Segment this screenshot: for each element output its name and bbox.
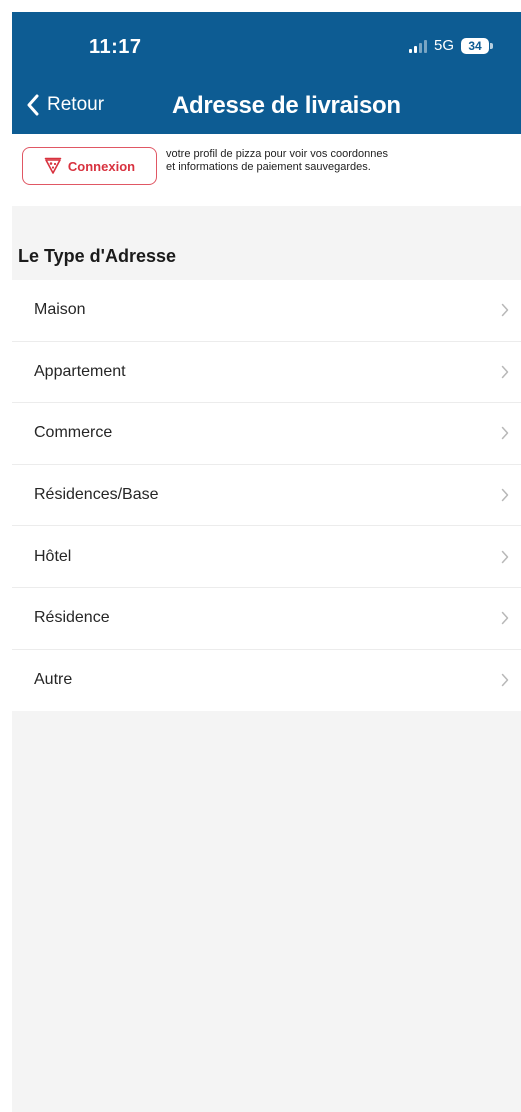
address-type-residences-base[interactable]: Résidences/Base <box>12 465 521 527</box>
battery-icon: 34 <box>461 37 493 54</box>
login-banner-text: votre profil de pizza pour voir vos coor… <box>166 148 388 173</box>
status-time: 11:17 <box>89 36 142 58</box>
main-content: Le Type d'Adresse Maison Appartement Com… <box>12 206 521 1112</box>
section-title: Le Type d'Adresse <box>18 246 177 266</box>
header-bar: 11:17 5G 34 Retour Adresse de livraison <box>12 12 521 134</box>
back-label: Retour <box>47 94 105 115</box>
chevron-right-icon <box>501 674 509 687</box>
connexion-button[interactable]: Connexion <box>22 147 157 185</box>
list-item-label: Hôtel <box>34 547 72 565</box>
list-item-label: Commerce <box>34 424 113 442</box>
address-type-hotel[interactable]: Hôtel <box>12 526 521 588</box>
list-item-label: Résidence <box>34 609 110 627</box>
chevron-right-icon <box>501 612 509 625</box>
battery-level: 34 <box>461 37 489 54</box>
chevron-right-icon <box>501 488 509 502</box>
address-type-appartement[interactable]: Appartement <box>12 342 521 404</box>
address-type-commerce[interactable]: Commerce <box>12 403 521 465</box>
back-button[interactable]: Retour <box>26 94 104 116</box>
chevron-left-icon <box>27 94 39 116</box>
connexion-label: Connexion <box>67 158 136 174</box>
address-type-list: Maison Appartement Commerce Résidences/B… <box>12 280 521 712</box>
network-label: 5G <box>433 37 454 54</box>
list-item-label: Autre <box>34 671 73 689</box>
status-indicators: 5G 34 <box>408 37 493 54</box>
login-banner: Connexion votre profil de pizza pour voi… <box>12 134 521 206</box>
page-title: Adresse de livraison <box>172 92 401 119</box>
status-bar: 11:17 5G 34 <box>12 12 521 82</box>
navigation-row: Retour Adresse de livraison <box>12 90 521 130</box>
pizza-slice-icon <box>44 157 62 174</box>
address-type-residence[interactable]: Résidence <box>12 588 521 650</box>
signal-icon <box>408 39 427 53</box>
chevron-right-icon <box>501 550 509 563</box>
address-type-maison[interactable]: Maison <box>12 280 521 342</box>
address-type-autre[interactable]: Autre <box>12 650 521 712</box>
chevron-right-icon <box>501 304 509 317</box>
list-item-label: Maison <box>34 301 86 319</box>
chevron-right-icon <box>501 427 509 440</box>
list-item-label: Résidences/Base <box>34 486 159 504</box>
list-item-label: Appartement <box>34 362 126 380</box>
chevron-right-icon <box>501 365 509 379</box>
